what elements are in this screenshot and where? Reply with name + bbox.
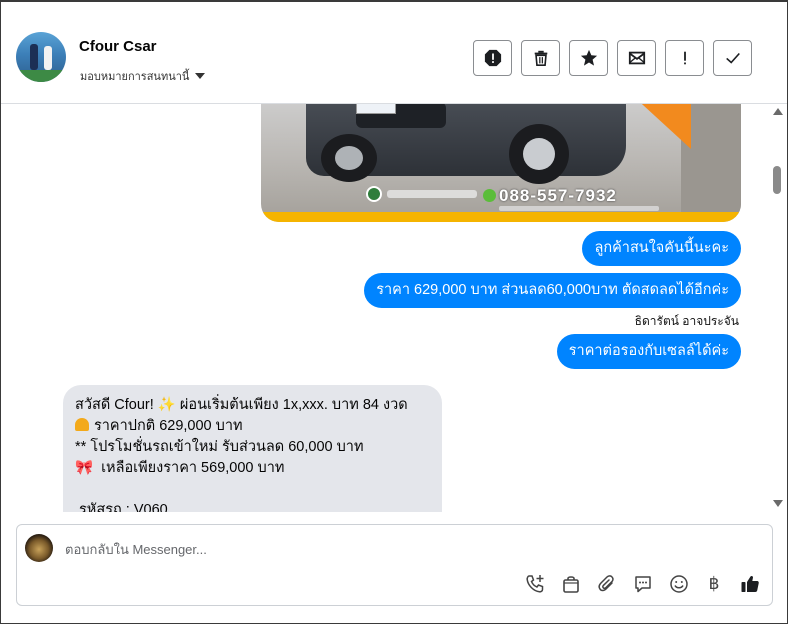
smiley-icon xyxy=(670,575,688,593)
speech-bubble-icon xyxy=(635,576,651,593)
shopping-bag-icon xyxy=(563,576,579,593)
reply-composer: ฿ xyxy=(16,524,773,606)
sender-name: ธิดารัตน์ อาจประจัน xyxy=(634,314,739,328)
message-line: สวัสดี Cfour! ✨ ผ่อนเริ่มต้นเพียง 1x,xxx… xyxy=(75,397,408,413)
exclamation-icon xyxy=(683,51,686,65)
alert-octagon-icon xyxy=(484,49,501,67)
caret-down-icon xyxy=(195,73,206,79)
assign-label: มอบหมายการสนทนานี้ xyxy=(80,71,190,83)
mark-done-button[interactable] xyxy=(713,40,752,76)
message-thread[interactable]: 088-557-7932 ลูกค้าสนใจคันนี้นะคะ ราคา 6… xyxy=(1,104,771,512)
baht-icon: ฿ xyxy=(708,574,720,594)
call-button[interactable] xyxy=(524,573,546,595)
mark-unread-button[interactable] xyxy=(617,40,656,76)
page-avatar xyxy=(25,534,53,562)
shop-button[interactable] xyxy=(560,573,582,595)
contact-name[interactable]: Cfour Csar xyxy=(79,38,157,55)
follow-up-button[interactable] xyxy=(665,40,704,76)
contact-avatar[interactable] xyxy=(16,32,66,82)
outgoing-message[interactable]: ราคาต่อรองกับเซลล์ได้ค่ะ xyxy=(556,334,741,369)
delete-button[interactable] xyxy=(521,40,560,76)
bell-icon xyxy=(75,418,89,431)
scroll-up-arrow-icon[interactable] xyxy=(773,108,783,115)
star-icon xyxy=(580,49,597,66)
scrollbar-thumb[interactable] xyxy=(773,166,781,194)
image-phone-number: 088-557-7932 xyxy=(499,186,617,205)
thread-scrollbar[interactable] xyxy=(771,104,785,512)
assign-conversation-dropdown[interactable]: มอบหมายการสนทนานี้ xyxy=(80,67,206,85)
envelope-icon xyxy=(628,51,645,65)
conversation-header: Cfour Csar มอบหมายการสนทนานี้ xyxy=(1,2,787,104)
message-line-blank xyxy=(75,479,430,500)
like-button[interactable] xyxy=(739,573,761,595)
car-photo-attachment[interactable]: 088-557-7932 xyxy=(261,104,741,222)
emoji-button[interactable] xyxy=(668,573,690,595)
message-line-with-icon: ราคาปกติ 629,000 บาท xyxy=(75,416,430,437)
message-line: ** โปรโมชั่นรถเข้าใหม่ รับส่วนลด 60,000 … xyxy=(75,439,364,455)
saved-replies-button[interactable] xyxy=(632,573,654,595)
attach-button[interactable] xyxy=(596,573,618,595)
star-button[interactable] xyxy=(569,40,608,76)
checkmark-icon xyxy=(725,52,740,64)
ribbon-icon: 🎀 xyxy=(75,460,94,476)
trash-icon xyxy=(534,50,547,67)
dealer-logo-icon xyxy=(366,186,382,202)
phone-plus-icon xyxy=(526,575,544,593)
message-line: รหัสรถ : V060 xyxy=(79,502,168,512)
outgoing-message[interactable]: ลูกค้าสนใจคันนี้นะคะ xyxy=(582,231,741,266)
scroll-down-arrow-icon[interactable] xyxy=(773,500,783,507)
outgoing-message[interactable]: ราคา 629,000 บาท ส่วนลด60,000บาท ตัดสดลด… xyxy=(364,273,741,308)
mark-spam-button[interactable] xyxy=(473,40,512,76)
paperclip-icon xyxy=(598,575,614,592)
message-line: เหลือเพียงราคา 569,000 บาท xyxy=(101,460,285,476)
phone-icon xyxy=(483,189,496,202)
message-line-with-icon: 🎀 เหลือเพียงราคา 569,000 บาท xyxy=(75,458,430,479)
incoming-message[interactable]: สวัสดี Cfour! ✨ ผ่อนเริ่มต้นเพียง 1x,xxx… xyxy=(63,385,442,512)
message-line: ราคาปกติ 629,000 บาท xyxy=(94,418,243,434)
thumbs-up-icon xyxy=(741,575,759,592)
payment-button[interactable]: ฿ xyxy=(703,573,725,595)
reply-input[interactable] xyxy=(65,539,665,559)
